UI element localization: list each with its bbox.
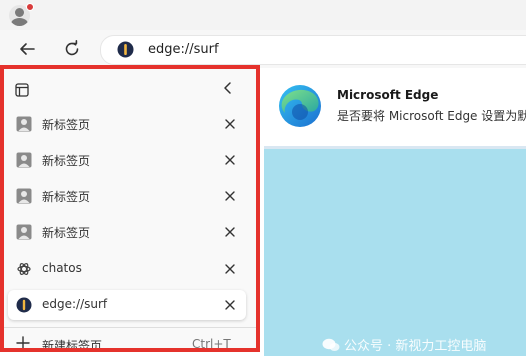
title-bar <box>0 0 526 30</box>
tab-title: 新标签页 <box>42 226 91 240</box>
sidebar-header <box>4 69 256 107</box>
prompt-message: 是否要将 Microsoft Edge 设置为默认 <box>337 109 526 123</box>
avatar-head <box>15 8 24 17</box>
back-button[interactable] <box>15 37 39 61</box>
refresh-button[interactable] <box>60 37 84 61</box>
close-tab-icon[interactable] <box>222 116 238 132</box>
vertical-tabs-pane: 新标签页 新标签页 新标签页 新标签页 chatos edge://surf 新… <box>0 65 260 352</box>
page-content-area: Microsoft Edge 是否要将 Microsoft Edge 设置为默认… <box>264 68 526 356</box>
close-tab-icon[interactable] <box>222 297 238 313</box>
close-tab-icon[interactable] <box>222 188 238 204</box>
address-bar[interactable]: edge://surf <box>100 35 526 65</box>
navigation-bar: edge://surf <box>0 30 526 68</box>
refresh-icon <box>65 40 79 56</box>
newtab-person-icon <box>16 224 32 240</box>
new-tab-shortcut: Ctrl+T <box>192 337 231 351</box>
sidebar-tab[interactable]: 新标签页 <box>8 181 246 211</box>
default-browser-prompt: Microsoft Edge 是否要将 Microsoft Edge 设置为默认 <box>264 68 526 146</box>
close-tab-icon[interactable] <box>222 224 238 240</box>
surf-game-area[interactable]: 公众号 · 新视力工控电脑 <box>264 149 526 356</box>
tab-title: 新标签页 <box>42 118 91 132</box>
sidebar-tab[interactable]: 新标签页 <box>8 145 246 175</box>
notification-dot <box>26 3 34 11</box>
watermark: 公众号 · 新视力工控电脑 <box>322 335 486 356</box>
avatar-shoulders <box>11 18 28 26</box>
tab-title: 新标签页 <box>42 190 91 204</box>
openai-icon <box>16 261 32 277</box>
surf-icon <box>117 41 134 62</box>
prompt-title: Microsoft Edge <box>337 88 439 102</box>
collapse-pane-icon[interactable] <box>220 80 236 100</box>
tab-title: 新标签页 <box>42 154 91 168</box>
sidebar-tab[interactable]: 新标签页 <box>8 217 246 247</box>
sidebar-tab[interactable]: chatos <box>8 254 246 284</box>
wechat-icon <box>322 338 340 356</box>
newtab-person-icon <box>16 188 32 204</box>
sidebar-tab[interactable]: 新标签页 <box>8 109 246 139</box>
close-tab-icon[interactable] <box>222 261 238 277</box>
plus-icon <box>16 335 30 348</box>
watermark-text: 公众号 · 新视力工控电脑 <box>344 339 487 354</box>
tab-actions-menu-icon[interactable] <box>15 82 29 101</box>
new-tab-button[interactable]: 新建标签页 Ctrl+T <box>4 331 256 352</box>
back-arrow-icon <box>20 43 35 55</box>
sidebar-divider <box>4 327 256 328</box>
tab-title: chatos <box>42 261 82 275</box>
sidebar-tab-active[interactable]: edge://surf <box>8 290 246 320</box>
edge-logo-icon <box>276 82 324 134</box>
newtab-person-icon <box>16 116 32 132</box>
surf-icon <box>16 297 32 313</box>
new-tab-label: 新建标签页 <box>42 339 103 352</box>
newtab-person-icon <box>16 152 32 168</box>
close-tab-icon[interactable] <box>222 152 238 168</box>
address-text: edge://surf <box>148 42 219 57</box>
tab-title: edge://surf <box>42 297 108 311</box>
